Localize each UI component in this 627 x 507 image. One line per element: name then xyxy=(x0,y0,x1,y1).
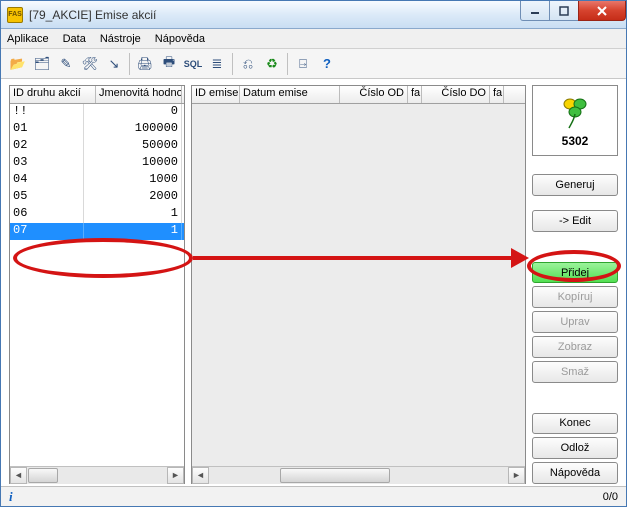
folder-icon[interactable]: 🗂 xyxy=(31,53,53,75)
minimize-icon xyxy=(530,6,540,16)
btn-pridej[interactable]: Přidej xyxy=(532,262,618,284)
right-grid-body[interactable] xyxy=(192,104,525,466)
menu-nastroje[interactable]: Nástroje xyxy=(100,33,141,45)
cell-value: 2000 xyxy=(84,189,182,206)
table-row[interactable]: !!0 xyxy=(10,104,184,121)
badge-number: 5302 xyxy=(562,134,589,148)
scroll-right-icon[interactable]: ► xyxy=(167,467,184,484)
cell-id: 04 xyxy=(10,172,84,189)
menu-napoveda[interactable]: Nápověda xyxy=(155,33,205,45)
toolbar-separator xyxy=(129,53,130,75)
toolbar: 📂 🗂 ✎ 🛠 ↘ 🖨 🖶 SQL ≣ ⎌ ♻ ⍈ ? xyxy=(1,49,626,79)
close-icon xyxy=(596,5,608,17)
table-row[interactable]: 0310000 xyxy=(10,155,184,172)
open-icon[interactable]: 📂 xyxy=(7,53,29,75)
menu-data[interactable]: Data xyxy=(63,33,86,45)
cell-id: 06 xyxy=(10,206,84,223)
app-icon: FAS xyxy=(7,7,23,23)
cell-id: 03 xyxy=(10,155,84,172)
col-datum-emise[interactable]: Datum emise xyxy=(240,86,340,103)
clover-icon xyxy=(557,94,593,130)
scroll-right-icon[interactable]: ► xyxy=(508,467,525,484)
btn-odloz[interactable]: Odlož xyxy=(532,437,618,459)
maximize-button[interactable] xyxy=(549,1,579,21)
toolbar-separator xyxy=(232,53,233,75)
list-icon[interactable]: ≣ xyxy=(206,53,228,75)
col-cislo-od[interactable]: Číslo OD xyxy=(340,86,408,103)
btn-konec[interactable]: Konec xyxy=(532,413,618,435)
refresh-icon[interactable]: ♻ xyxy=(261,53,283,75)
window-title: [79_AKCIE] Emise akcií xyxy=(29,8,156,22)
btn-generuj[interactable]: Generuj xyxy=(532,174,618,196)
cell-value: 100000 xyxy=(84,121,182,138)
origin-icon[interactable]: ⎌ xyxy=(237,53,259,75)
cell-value: 50000 xyxy=(84,138,182,155)
cell-value: 1000 xyxy=(84,172,182,189)
scroll-track[interactable] xyxy=(27,467,167,484)
info-icon[interactable]: i xyxy=(9,489,13,505)
cell-id: 01 xyxy=(10,121,84,138)
printer-cfg-icon[interactable]: 🖶 xyxy=(158,53,180,75)
help-icon[interactable]: ? xyxy=(316,53,338,75)
table-row[interactable]: 071 xyxy=(10,223,184,240)
btn-kopiruj[interactable]: Kopíruj xyxy=(532,286,618,308)
scroll-left-icon[interactable]: ◄ xyxy=(10,467,27,484)
right-grid-header: ID emise Datum emise Číslo OD fa Číslo D… xyxy=(192,86,525,104)
status-position: 0/0 xyxy=(603,491,618,503)
cell-value: 1 xyxy=(84,223,182,240)
print-icon[interactable]: 🖨 xyxy=(134,53,156,75)
cell-id: 07 xyxy=(10,223,84,240)
menubar: Aplikace Data Nástroje Nápověda xyxy=(1,29,626,49)
client-area: ID druhu akcií Jmenovitá hodnota !!00110… xyxy=(1,79,626,486)
uncheck-icon[interactable]: ✎ xyxy=(55,53,77,75)
cell-id: !! xyxy=(10,104,84,121)
cell-id: 02 xyxy=(10,138,84,155)
maximize-icon xyxy=(559,6,569,16)
exit-icon[interactable]: ⍈ xyxy=(292,53,314,75)
close-button[interactable] xyxy=(578,1,626,21)
btn-edit[interactable]: -> Edit xyxy=(532,210,618,232)
right-grid[interactable]: ID emise Datum emise Číslo OD fa Číslo D… xyxy=(191,85,526,484)
col-id-druhu[interactable]: ID druhu akcií xyxy=(10,86,96,103)
table-row[interactable]: 0250000 xyxy=(10,138,184,155)
left-grid-header: ID druhu akcií Jmenovitá hodnota xyxy=(10,86,184,104)
btn-uprav[interactable]: Uprav xyxy=(532,311,618,333)
side-panel: 5302 Generuj -> Edit Přidej Kopíruj Upra… xyxy=(532,85,618,484)
minimize-button[interactable] xyxy=(520,1,550,21)
toolbar-separator xyxy=(287,53,288,75)
window-frame: FAS [79_AKCIE] Emise akcií Aplikace Data… xyxy=(0,0,627,507)
btn-napoveda[interactable]: Nápověda xyxy=(532,462,618,484)
right-hscroll[interactable]: ◄ ► xyxy=(192,466,525,483)
titlebar[interactable]: FAS [79_AKCIE] Emise akcií xyxy=(1,1,626,29)
scroll-thumb[interactable] xyxy=(280,468,390,483)
cell-value: 10000 xyxy=(84,155,182,172)
scroll-left-icon[interactable]: ◄ xyxy=(192,467,209,484)
table-row[interactable]: 01100000 xyxy=(10,121,184,138)
pointer-icon[interactable]: ↘ xyxy=(103,53,125,75)
col-fa1[interactable]: fa xyxy=(408,86,422,103)
col-cislo-do[interactable]: Číslo DO xyxy=(422,86,490,103)
cell-id: 05 xyxy=(10,189,84,206)
scroll-track[interactable] xyxy=(209,467,508,484)
scroll-thumb[interactable] xyxy=(28,468,58,483)
btn-smaz[interactable]: Smaž xyxy=(532,361,618,383)
table-row[interactable]: 041000 xyxy=(10,172,184,189)
left-grid[interactable]: ID druhu akcií Jmenovitá hodnota !!00110… xyxy=(9,85,185,484)
logo-box: 5302 xyxy=(532,85,618,156)
left-grid-body[interactable]: !!00110000002500000310000041000052000061… xyxy=(10,104,184,466)
sql-icon[interactable]: SQL xyxy=(182,53,204,75)
table-row[interactable]: 052000 xyxy=(10,189,184,206)
wrench-icon[interactable]: 🛠 xyxy=(79,53,101,75)
btn-zobraz[interactable]: Zobraz xyxy=(532,336,618,358)
col-fa2[interactable]: fa xyxy=(490,86,504,103)
col-id-emise[interactable]: ID emise xyxy=(192,86,240,103)
menu-aplikace[interactable]: Aplikace xyxy=(7,33,49,45)
left-hscroll[interactable]: ◄ ► xyxy=(10,466,184,483)
table-row[interactable]: 061 xyxy=(10,206,184,223)
cell-value: 1 xyxy=(84,206,182,223)
cell-value: 0 xyxy=(84,104,182,121)
statusbar: i 0/0 xyxy=(1,486,626,506)
col-jmenovita[interactable]: Jmenovitá hodnota xyxy=(96,86,182,103)
